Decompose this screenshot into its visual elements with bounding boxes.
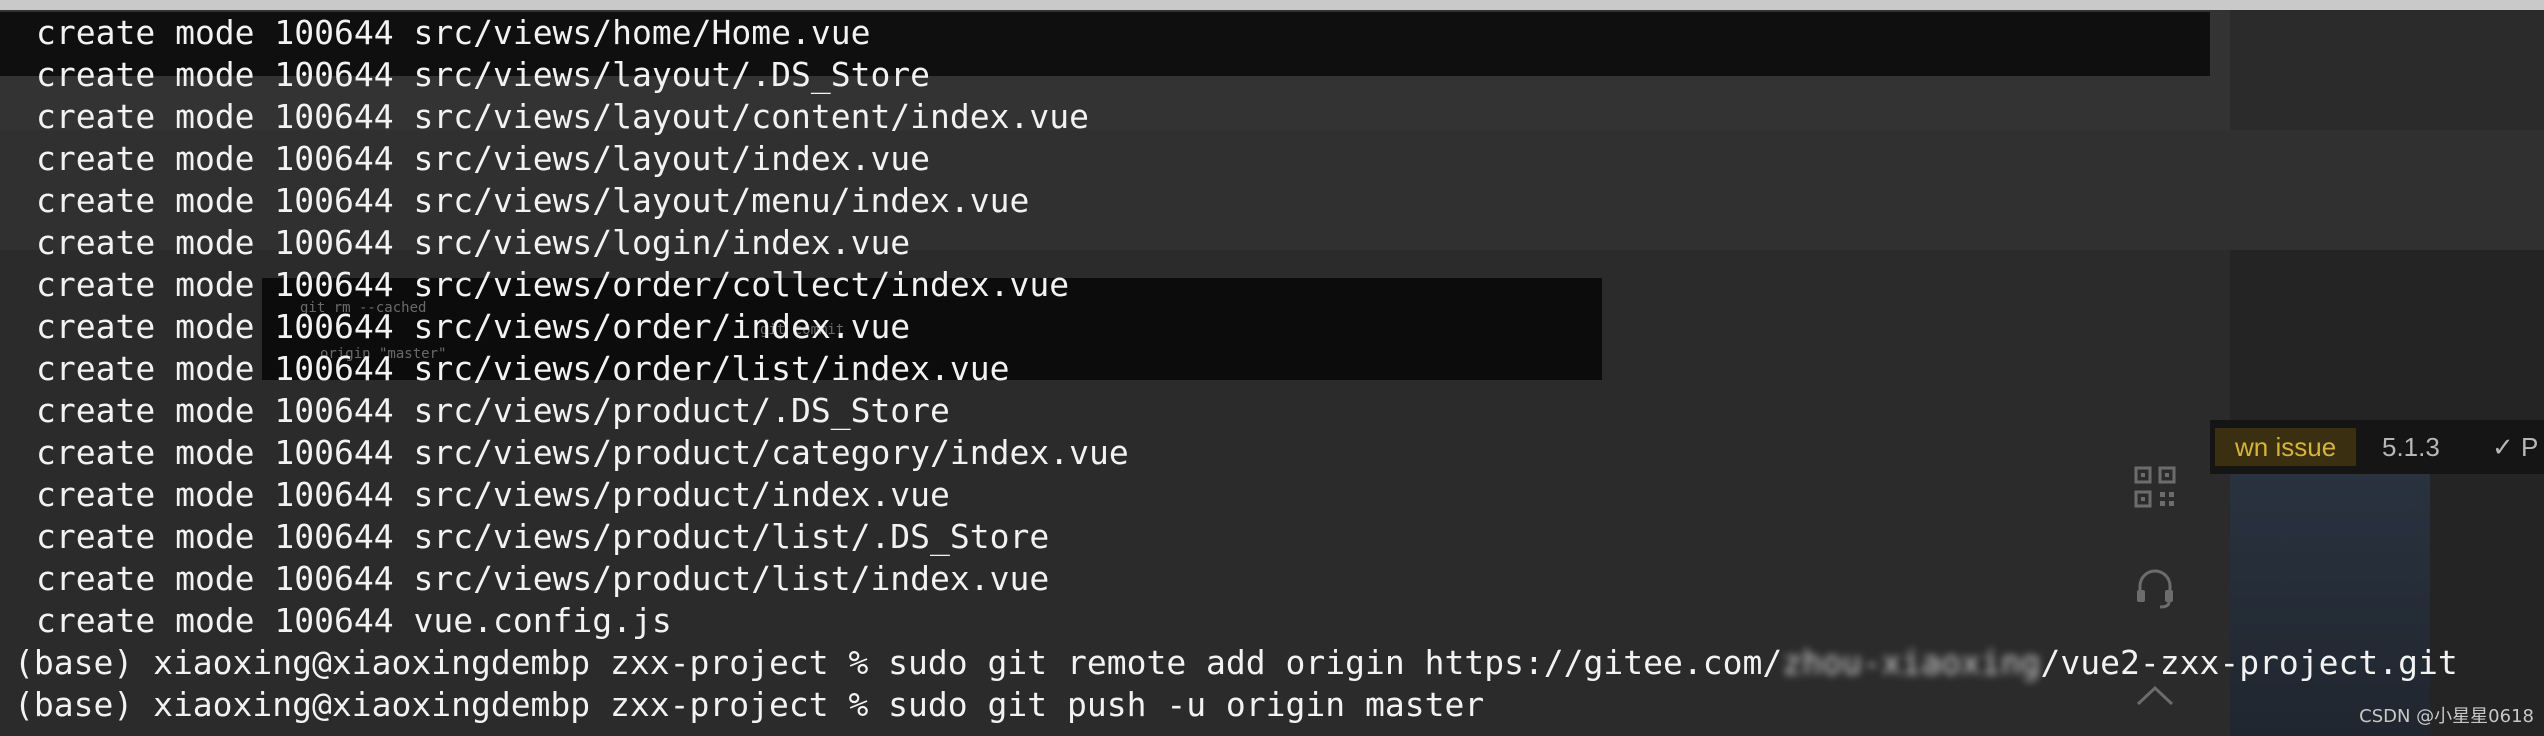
terminal-line: create mode 100644 src/views/order/list/… xyxy=(36,349,1010,388)
terminal-line: create mode 100644 src/views/login/index… xyxy=(36,223,911,262)
watermark: CSDN @小星星0618 xyxy=(2359,706,2534,727)
terminal-line: create mode 100644 src/views/product/ind… xyxy=(36,475,950,514)
terminal-line: create mode 100644 src/views/product/lis… xyxy=(36,517,1050,556)
prompt-text: /vue2-zxx-project.git xyxy=(2040,643,2458,682)
window-top-strip xyxy=(0,0,2544,10)
terminal-prompt-push[interactable]: (base) xiaoxing@xiaoxingdembp zxx-projec… xyxy=(0,684,2544,726)
terminal-line: create mode 100644 src/views/layout/inde… xyxy=(36,139,931,178)
terminal-line: create mode 100644 src/views/home/Home.v… xyxy=(36,13,871,52)
prompt-text: (base) xiaoxing@xiaoxingdembp zxx-projec… xyxy=(14,643,1783,682)
terminal-line: create mode 100644 src/views/order/colle… xyxy=(36,265,1070,304)
terminal-line: create mode 100644 src/views/order/index… xyxy=(36,307,911,346)
terminal-line: create mode 100644 src/views/layout/menu… xyxy=(36,181,1030,220)
terminal-prompt-remote[interactable]: (base) xiaoxing@xiaoxingdembp zxx-projec… xyxy=(0,642,2544,684)
terminal-line: create mode 100644 src/views/layout/cont… xyxy=(36,97,1089,136)
terminal-line: create mode 100644 src/views/product/.DS… xyxy=(36,391,950,430)
terminal-line: create mode 100644 src/views/layout/.DS_… xyxy=(36,55,931,94)
terminal-line: create mode 100644 src/views/product/lis… xyxy=(36,559,1050,598)
masked-username: zhou-xiaoxing xyxy=(1782,643,2041,682)
terminal-line: create mode 100644 src/views/product/cat… xyxy=(36,433,1129,472)
terminal-line: create mode 100644 vue.config.js xyxy=(36,601,672,640)
terminal-output: create mode 100644 src/views/home/Home.v… xyxy=(0,12,2544,726)
